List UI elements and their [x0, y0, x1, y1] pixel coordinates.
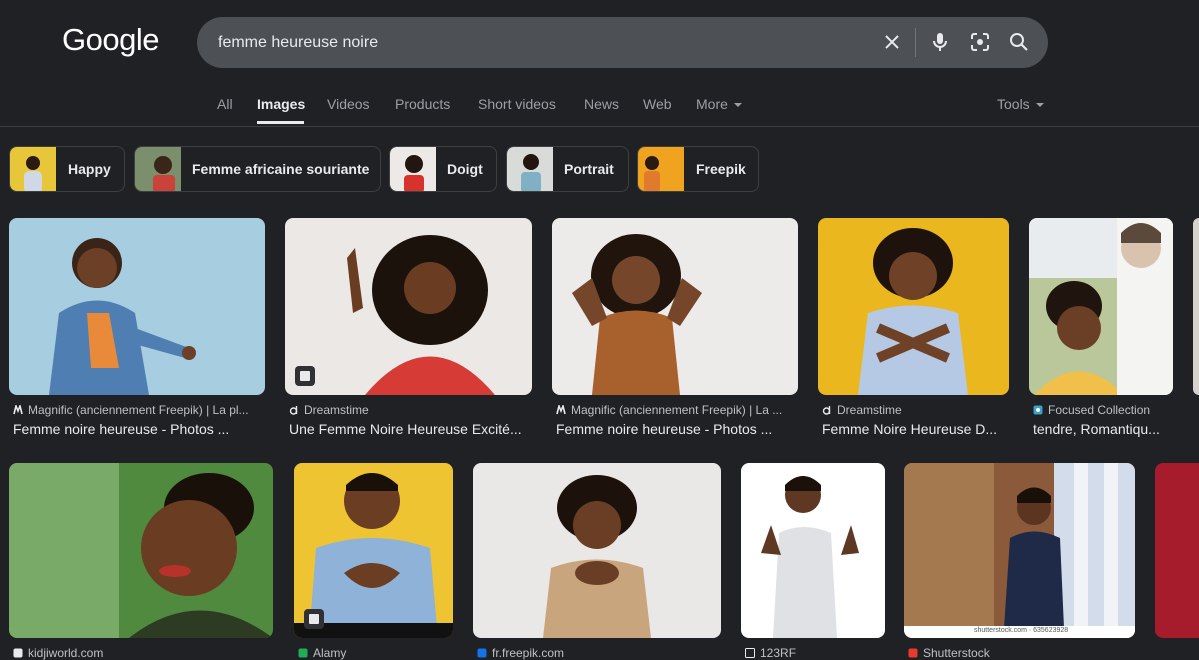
tab-web[interactable]: Web [643, 96, 672, 112]
google-logo[interactable]: Google [62, 22, 159, 58]
active-tab-indicator [257, 121, 304, 124]
tab-short-videos[interactable]: Short videos [478, 96, 556, 112]
result-source[interactable]: Magnific (anciennement Freepik) | La ... [556, 403, 796, 417]
chip-portrait[interactable]: Portrait [506, 146, 629, 192]
chip-label: Femme africaine souriante [192, 161, 370, 177]
result-thumbnail[interactable] [9, 463, 273, 638]
source-name: Dreamstime [304, 403, 369, 417]
result-thumbnail[interactable] [294, 463, 453, 638]
chip-thumbnail [638, 147, 684, 191]
result-source[interactable]: Dreamstime [289, 403, 529, 417]
result-source[interactable]: kidjiworld.com [13, 646, 271, 660]
source-name: fr.freepik.com [492, 646, 565, 660]
result-thumbnail[interactable] [1029, 218, 1173, 395]
watermark-text: shutterstock.com · 635623928 [974, 627, 1069, 634]
chevron-down-icon [1035, 103, 1044, 108]
result-source[interactable]: Alamy [298, 646, 452, 660]
magnific-favicon-icon [13, 405, 23, 415]
result-title[interactable]: Une Femme Noire Heureuse Excité... [289, 421, 529, 437]
search-icon[interactable] [1007, 30, 1031, 54]
result-source[interactable]: Magnific (anciennement Freepik) | La pl.… [13, 403, 263, 417]
chip-thumbnail [507, 147, 553, 191]
source-name: kidjiworld.com [28, 646, 104, 660]
clear-icon[interactable] [880, 30, 904, 54]
header-divider [0, 126, 1199, 127]
result-title[interactable]: Femme noire heureuse - Photos ... [13, 421, 263, 437]
result-source[interactable]: Dreamstime [822, 403, 1008, 417]
tab-images[interactable]: Images [257, 96, 305, 112]
source-name: 123RF [760, 646, 797, 660]
tab-all[interactable]: All [217, 96, 233, 112]
freepik-favicon-icon [477, 648, 487, 658]
result-thumbnail[interactable] [552, 218, 798, 395]
lens-camera-icon[interactable] [968, 30, 992, 54]
search-divider [915, 28, 916, 57]
focused-collection-favicon-icon [1033, 405, 1043, 415]
source-name: Alamy [313, 646, 347, 660]
chip-label: Doigt [447, 161, 483, 177]
search-input[interactable]: femme heureuse noire [218, 17, 378, 68]
123rf-favicon-icon [745, 648, 755, 658]
source-name: Magnific (anciennement Freepik) | La pl.… [28, 403, 249, 417]
tab-more[interactable]: More [696, 96, 742, 112]
source-name: Dreamstime [837, 403, 902, 417]
magnific-favicon-icon [556, 405, 566, 415]
search-box[interactable]: femme heureuse noire [197, 17, 1048, 68]
chip-doigt[interactable]: Doigt [389, 146, 497, 192]
alamy-favicon-icon [298, 648, 308, 658]
result-thumbnail[interactable] [1155, 463, 1199, 638]
result-thumbnail[interactable] [473, 463, 721, 638]
source-name: Magnific (anciennement Freepik) | La ... [571, 403, 783, 417]
chip-thumbnail [10, 147, 56, 191]
chip-label: Freepik [696, 161, 746, 177]
microphone-icon[interactable] [928, 30, 952, 54]
image-badge-icon [304, 609, 324, 629]
tab-videos[interactable]: Videos [327, 96, 370, 112]
result-source[interactable]: fr.freepik.com [477, 646, 719, 660]
shutterstock-favicon-icon [908, 648, 918, 658]
result-title[interactable]: Femme noire heureuse - Photos ... [556, 421, 796, 437]
tab-news[interactable]: News [584, 96, 619, 112]
site-favicon-icon [13, 648, 23, 658]
result-thumbnail[interactable] [818, 218, 1009, 395]
result-thumbnail[interactable]: shutterstock.com · 635623928 [904, 463, 1135, 638]
result-title[interactable]: tendre, Romantiqu... [1033, 421, 1174, 437]
image-badge-icon [295, 366, 315, 386]
tab-more-label: More [696, 96, 728, 112]
source-name: Focused Collection [1048, 403, 1151, 417]
chip-freepik[interactable]: Freepik [637, 146, 759, 192]
chip-femme-africaine-souriante[interactable]: Femme africaine souriante [134, 146, 381, 192]
chip-label: Happy [68, 161, 111, 177]
tools-label: Tools [997, 96, 1030, 112]
dreamstime-favicon-icon [822, 406, 831, 415]
chip-label: Portrait [564, 161, 614, 177]
result-thumbnail[interactable] [285, 218, 532, 395]
result-source[interactable]: 123RF [745, 646, 885, 660]
result-title[interactable]: Femme Noire Heureuse D... [822, 421, 1008, 437]
result-source[interactable]: Shutterstock [908, 646, 1134, 660]
chip-thumbnail [135, 147, 181, 191]
chip-thumbnail [390, 147, 436, 191]
source-name: Shutterstock [923, 646, 990, 660]
tools-button[interactable]: Tools [997, 96, 1044, 112]
tab-products[interactable]: Products [395, 96, 450, 112]
dreamstime-favicon-icon [289, 406, 298, 415]
search-tabs: All Images Videos Products Short videos … [0, 92, 1199, 126]
chevron-down-icon [733, 103, 742, 108]
result-thumbnail[interactable] [741, 463, 885, 638]
result-thumbnail[interactable] [9, 218, 265, 395]
chip-happy[interactable]: Happy [9, 146, 125, 192]
result-source[interactable]: Focused Collection [1033, 403, 1174, 417]
result-thumbnail[interactable] [1193, 218, 1199, 395]
